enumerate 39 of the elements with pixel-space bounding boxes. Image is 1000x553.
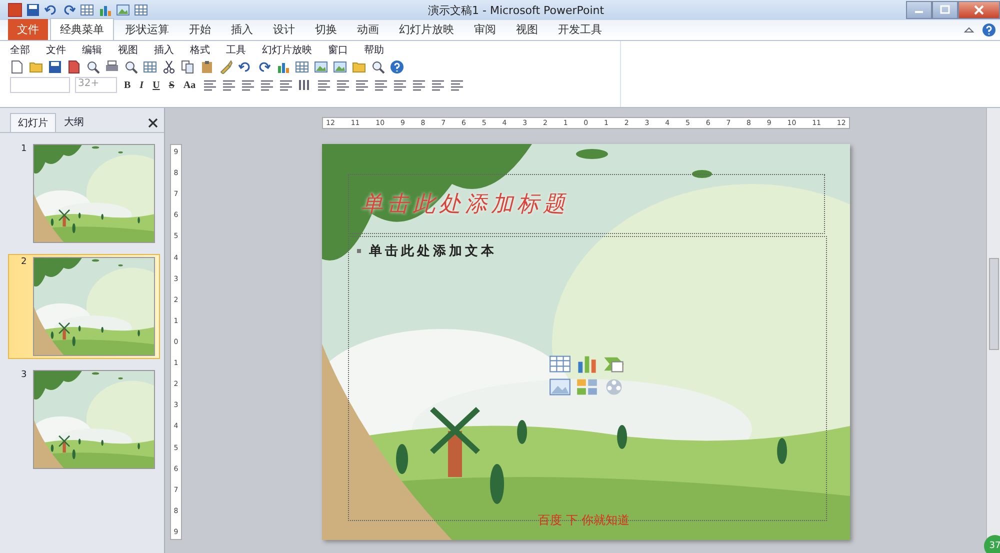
slide-number: 2 <box>21 257 27 269</box>
format-button[interactable]: U <box>150 80 162 90</box>
panel-tab[interactable]: 幻灯片 <box>10 113 56 132</box>
slide-thumbnail[interactable]: 3 <box>8 367 160 472</box>
menu-item[interactable]: 幻灯片放映 <box>262 43 312 57</box>
menu-item[interactable]: 全部 <box>10 43 30 57</box>
menu-item[interactable]: 文件 <box>46 43 66 57</box>
ribbon-tab[interactable]: 开发工具 <box>549 19 611 40</box>
slide-number: 1 <box>21 144 27 156</box>
menu-item[interactable]: 格式 <box>190 43 210 57</box>
menu-item[interactable]: 视图 <box>118 43 138 57</box>
ribbon-tab[interactable]: 文件 <box>8 19 48 40</box>
menu-item[interactable]: 窗口 <box>328 43 348 57</box>
ribbon-tab[interactable]: 视图 <box>507 19 547 40</box>
ribbon-tab[interactable]: 插入 <box>222 19 262 40</box>
slide-thumbnail[interactable]: 2 <box>8 254 160 359</box>
ribbon-tab[interactable]: 设计 <box>264 19 304 40</box>
menu-item[interactable]: 编辑 <box>82 43 102 57</box>
slide-footer-text: 百度 下 你就知道 <box>538 512 630 529</box>
format-button[interactable]: S <box>166 80 176 90</box>
menu-item[interactable]: 帮助 <box>364 43 384 57</box>
format-button[interactable]: I <box>138 80 146 90</box>
notification-badge: 37 <box>984 535 1000 553</box>
ribbon-tab[interactable]: 形状运算 <box>116 19 178 40</box>
ribbon-tab[interactable]: 幻灯片放映 <box>390 19 463 40</box>
ribbon-tab[interactable]: 开始 <box>180 19 220 40</box>
menu-item[interactable]: 插入 <box>154 43 174 57</box>
ribbon-tab[interactable]: 切换 <box>306 19 346 40</box>
window-title: 演示文稿1 - Microsoft PowerPoint <box>428 2 604 18</box>
slide-thumbnail[interactable]: 1 <box>8 141 160 246</box>
format-button[interactable]: B <box>122 80 133 90</box>
slide-number: 3 <box>21 370 27 382</box>
ribbon-tab[interactable]: 经典菜单 <box>50 18 114 40</box>
menu-item[interactable]: 工具 <box>226 43 246 57</box>
body-placeholder-text: 单击此处添加文本 <box>369 242 497 260</box>
ribbon-tab[interactable]: 审阅 <box>465 19 505 40</box>
panel-tab[interactable]: 大纲 <box>56 112 92 132</box>
ribbon-tab[interactable]: 动画 <box>348 19 388 40</box>
format-button[interactable]: Aa <box>181 80 198 90</box>
